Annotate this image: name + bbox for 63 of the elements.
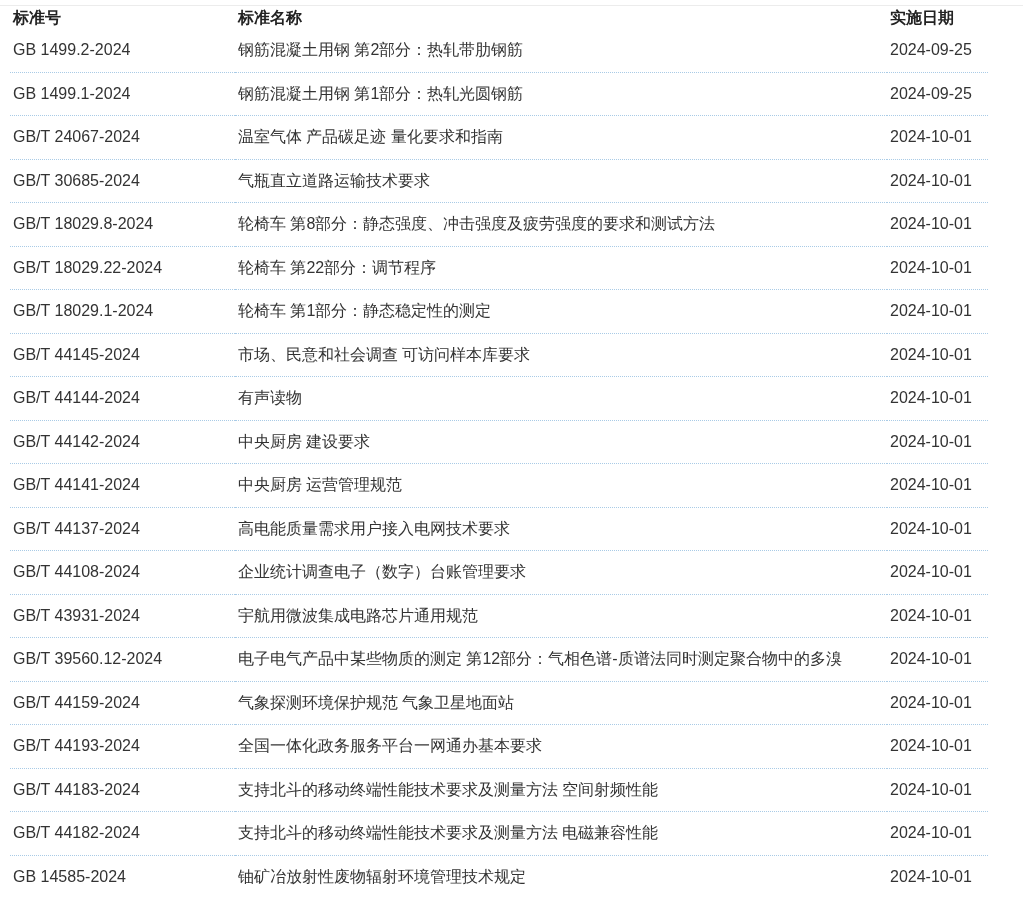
table-cell: GB/T 18029.1-2024 (10, 290, 235, 334)
table-cell: GB/T 44144-2024 (10, 377, 235, 421)
table-cell: 市场、民意和社会调查 可访问样本库要求 (235, 333, 887, 377)
table-cell: 钢筋混凝土用钢 第2部分：热轧带肋钢筋 (235, 29, 887, 73)
table-cell: 支持北斗的移动终端性能技术要求及测量方法 空间射频性能 (235, 768, 887, 812)
table-cell: GB/T 39560.12-2024 (10, 638, 235, 682)
table-cell: 2024-10-01 (887, 681, 988, 725)
table-cell: 气象探测环境保护规范 气象卫星地面站 (235, 681, 887, 725)
table-cell: 2024-09-25 (887, 72, 988, 116)
table-cell: 有声读物 (235, 377, 887, 421)
table-cell: GB/T 44183-2024 (10, 768, 235, 812)
table-cell: GB/T 44182-2024 (10, 812, 235, 856)
table-cell: 温室气体 产品碳足迹 量化要求和指南 (235, 116, 887, 160)
table-cell: 2024-10-01 (887, 203, 988, 247)
table-cell: 宇航用微波集成电路芯片通用规范 (235, 594, 887, 638)
table-cell: 2024-10-01 (887, 551, 988, 595)
table-cell-text: 2024-10-01 (889, 866, 973, 887)
table-cell: 轮椅车 第8部分：静态强度、冲击强度及疲劳强度的要求和测试方法 (235, 203, 887, 247)
table-cell: 全国一体化政务服务平台一网通办基本要求 (235, 725, 887, 769)
table-cell: GB 1499.2-2024 (10, 29, 235, 73)
table-cell: GB/T 44141-2024 (10, 464, 235, 508)
table-cell: GB/T 24067-2024 (10, 116, 235, 160)
table-cell: GB/T 44108-2024 (10, 551, 235, 595)
table-cell: 2024-10-01 (887, 377, 988, 421)
table-cell: 2024-10-01 (887, 290, 988, 334)
table-cell: 2024-10-01 (887, 507, 988, 551)
table-cell: GB 1499.1-2024 (10, 72, 235, 116)
table-cell: 2024-10-01 (887, 246, 988, 290)
table-cell: GB/T 44193-2024 (10, 725, 235, 769)
table-cell: 2024-10-01 (887, 594, 988, 638)
table-cell: 2024-10-01 (887, 159, 988, 203)
table-cell: 2024-10-01 (887, 464, 988, 508)
table-cell: 2024-10-01 (887, 768, 988, 812)
table-cell: 钢筋混凝土用钢 第1部分：热轧光圆钢筋 (235, 72, 887, 116)
table-cell: GB/T 43931-2024 (10, 594, 235, 638)
table-cell: 中央厨房 运营管理规范 (235, 464, 887, 508)
table-cell: 支持北斗的移动终端性能技术要求及测量方法 电磁兼容性能 (235, 812, 887, 856)
table-cell: 企业统计调查电子（数字）台账管理要求 (235, 551, 887, 595)
table-cell: 高电能质量需求用户接入电网技术要求 (235, 507, 887, 551)
table-cell: GB/T 44137-2024 (10, 507, 235, 551)
table-cell: 2024-10-01 (887, 812, 988, 856)
table-cell: 轮椅车 第1部分：静态稳定性的测定 (235, 290, 887, 334)
table-cell: GB/T 44142-2024 (10, 420, 235, 464)
table-cell-text: GB 14585-2024 (12, 866, 127, 887)
table-cell: GB/T 18029.8-2024 (10, 203, 235, 247)
table-cell: 2024-10-01 (887, 638, 988, 682)
table-cell: 2024-09-25 (887, 29, 988, 73)
table-cell: 2024-10-01 (887, 420, 988, 464)
table-cell: 电子电气产品中某些物质的测定 第12部分：气相色谱-质谱法同时测定聚合物中的多溴 (235, 638, 887, 682)
column-header: 标准号 (11, 8, 62, 28)
table-cell: GB/T 44159-2024 (10, 681, 235, 725)
table-cell: 气瓶直立道路运输技术要求 (235, 159, 887, 203)
table-cell: 2024-10-01 (887, 725, 988, 769)
table-cell: GB/T 44145-2024 (10, 333, 235, 377)
column-header: 标准名称 (236, 8, 303, 28)
table-cell-text: 铀矿冶放射性废物辐射环境管理技术规定 (237, 866, 527, 887)
table-cell: GB/T 30685-2024 (10, 159, 235, 203)
column-header: 实施日期 (889, 8, 955, 28)
table-cell: 轮椅车 第22部分：调节程序 (235, 246, 887, 290)
table-cell: GB/T 18029.22-2024 (10, 246, 235, 290)
table-cell: 2024-10-01 (887, 116, 988, 160)
table-cell: 2024-10-01 (887, 333, 988, 377)
table-cell: 中央厨房 建设要求 (235, 420, 887, 464)
